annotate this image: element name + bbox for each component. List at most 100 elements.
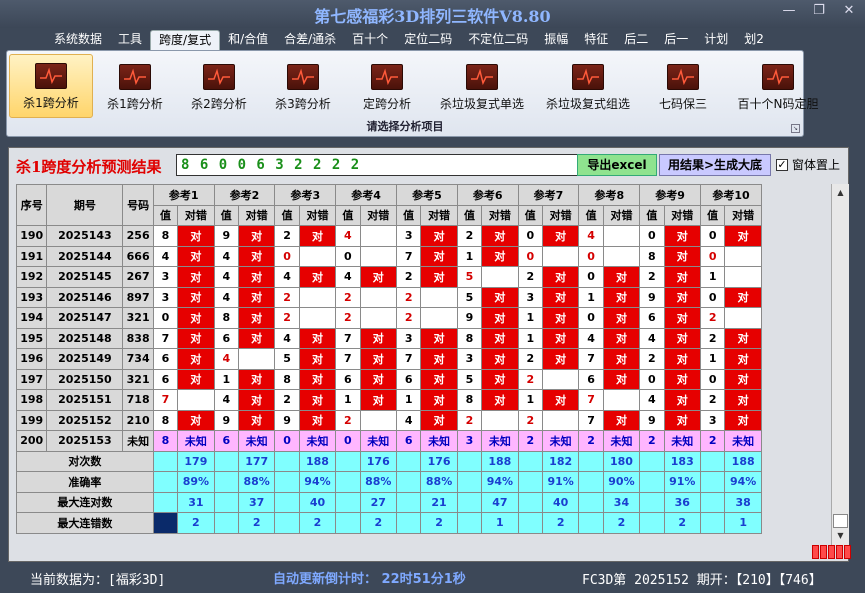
countdown-label: 自动更新倒计时： 22时51分1秒	[273, 572, 466, 587]
result-cell	[420, 307, 458, 329]
result-cell: 对	[298, 266, 337, 288]
menu-item[interactable]: 百十个	[344, 30, 396, 50]
table-row[interactable]: 190 2025143 256 8 对 9 对 2 对 4 3 对 2 对 0 对 4 0 对 0 对	[16, 225, 762, 247]
export-excel-button[interactable]: 导出excel	[577, 154, 657, 176]
result-cell: 对	[298, 327, 337, 349]
result-cell	[359, 225, 398, 247]
scroll-up-icon[interactable]: ▲	[833, 185, 848, 200]
ontop-toggle[interactable]: ✓ 窗体置上	[776, 156, 840, 173]
value-cell: 2	[274, 286, 300, 308]
result-cell: 对	[237, 286, 276, 308]
prediction-row[interactable]: 200 2025153 未知 8 未知 6 未知 0 未知 0 未知 6 未知 3 未知 2 未知 2 未知 2 未知 2…	[16, 430, 762, 452]
menu-item[interactable]: 工具	[110, 30, 150, 50]
scroll-thumb[interactable]	[833, 514, 848, 528]
result-cell	[602, 245, 641, 267]
ontop-checkbox[interactable]: ✓	[776, 158, 788, 171]
table-row[interactable]: 192 2025145 267 3 对 4 对 4 对 4 对 2 对 5 2 对 0 对 2 对 1	[16, 266, 762, 288]
current-data-label: 当前数据为：[福彩3D]	[30, 573, 166, 588]
scroll-down-icon[interactable]: ▼	[833, 528, 848, 543]
period-cell: 2025147	[46, 307, 124, 329]
table-row[interactable]: 191 2025144 666 4 对 4 对 0 0 7 对 1 对 0 0 8 对 0	[16, 245, 762, 267]
stats-value: 188	[298, 450, 337, 472]
ribbon-button[interactable]: 定跨分析	[345, 54, 429, 118]
value-cell: 2	[396, 307, 422, 329]
menu-item[interactable]: 系统数据	[46, 30, 110, 50]
value-cell: 2	[274, 225, 300, 247]
result-subheader: 对错	[481, 204, 519, 226]
menu-item[interactable]: 后一	[656, 30, 696, 50]
ref-header: 参考5	[396, 184, 458, 206]
minimize-button[interactable]: —	[781, 3, 797, 18]
result-cell: 对	[602, 307, 641, 329]
stats-spacer	[335, 512, 361, 534]
table-row[interactable]: 199 2025152 210 8 对 9 对 9 对 2 4 对 2 2 7 对 9 对 3 对	[16, 409, 762, 431]
menu-item[interactable]: 划2	[736, 30, 772, 50]
result-subheader: 对错	[298, 204, 337, 226]
value-cell: 1	[456, 245, 483, 267]
table-row[interactable]: 194 2025147 321 0 对 8 对 2 2 2 9 对 1 对 0 对 6 对 2	[16, 307, 762, 329]
table-row[interactable]: 195 2025148 838 7 对 6 对 4 对 7 对 3 对 8 对 1 对 4 对 4 对 2 对	[16, 327, 762, 349]
dialog-launcher-icon[interactable]: ↘	[791, 124, 800, 133]
ribbon-button-label: 杀3跨分析	[275, 97, 331, 111]
ribbon-button[interactable]: 杀2跨分析	[177, 54, 261, 118]
result-field[interactable]: 8 6 0 0 6 3 2 2 2 2	[176, 154, 584, 176]
chart-icon	[287, 64, 319, 90]
code-cell: 321	[122, 307, 154, 329]
data-grid[interactable]: 序号 期号 号码 参考1 参考2 参考3 参考4 参考5 参考6 参考7 参考8 参考9 参考10…	[16, 184, 830, 545]
stats-value: 37	[237, 491, 276, 513]
generate-button[interactable]: 用结果>生成大底	[659, 154, 771, 176]
value-cell: 3	[699, 409, 726, 431]
result-cell: 对	[602, 266, 641, 288]
code-cell: 666	[122, 245, 154, 267]
table-row[interactable]: 198 2025151 718 7 4 对 2 对 1 对 1 对 8 对 1 对 7 4 对 2 对	[16, 389, 762, 411]
maximize-button[interactable]: ❐	[811, 3, 827, 18]
ribbon-button[interactable]: 杀垃圾复式单选	[429, 54, 535, 118]
result-cell: 对	[177, 245, 215, 267]
value-cell: 2	[396, 266, 422, 288]
ribbon-button[interactable]: 杀垃圾复式组选	[535, 54, 641, 118]
unknown-cell: 未知	[602, 430, 641, 452]
status-indicator	[812, 545, 851, 559]
ribbon-button[interactable]: 七码保三	[641, 54, 725, 118]
value-cell: 0	[699, 245, 726, 267]
value-cell: 2	[517, 409, 543, 431]
result-cell: 对	[298, 225, 337, 247]
result-subheader: 对错	[177, 204, 215, 226]
value-cell: 3	[152, 286, 179, 308]
value-cell: 8	[213, 307, 239, 329]
table-row[interactable]: 197 2025150 321 6 对 1 对 8 对 6 对 6 对 5 对 2 6 对 0 对 0 对	[16, 368, 762, 390]
ribbon-button[interactable]: 百十个N码定胆	[725, 54, 831, 118]
menu-item[interactable]: 后二	[616, 30, 656, 50]
value-cell: 1	[699, 348, 726, 370]
close-button[interactable]: ✕	[841, 3, 857, 18]
stats-spacer	[152, 491, 179, 513]
result-cell: 对	[237, 389, 276, 411]
stats-value: 94%	[298, 471, 337, 493]
ribbon-button[interactable]: 杀1跨分析	[9, 54, 93, 118]
result-cell: 对	[541, 327, 580, 349]
table-row[interactable]: 193 2025146 897 3 对 4 对 2 2 2 5 对 3 对 1 对 9 对 0 对	[16, 286, 762, 308]
menu-item[interactable]: 定位二码	[396, 30, 460, 50]
result-cell: 对	[359, 389, 398, 411]
stats-spacer	[335, 450, 361, 472]
value-cell: 7	[578, 389, 604, 411]
table-row[interactable]: 196 2025149 734 6 对 4 5 对 7 对 7 对 3 对 2 对 7 对 2 对 1 对	[16, 348, 762, 370]
menu-item[interactable]: 合差/通杀	[276, 30, 344, 50]
ribbon-button[interactable]: 杀1跨分析	[93, 54, 177, 118]
menu-item[interactable]: 特征	[576, 30, 616, 50]
menu-item[interactable]: 振幅	[536, 30, 576, 50]
stats-spacer	[213, 491, 239, 513]
value-cell: 4	[335, 266, 361, 288]
result-cell: 对	[237, 266, 276, 288]
result-cell: 对	[541, 307, 580, 329]
value-cell: 1	[517, 307, 543, 329]
code-cell: 267	[122, 266, 154, 288]
result-cell: 对	[359, 266, 398, 288]
menu-item[interactable]: 和/合值	[220, 30, 276, 50]
vertical-scrollbar[interactable]: ▲ ▼	[831, 184, 849, 545]
code-cell: 718	[122, 389, 154, 411]
menu-item[interactable]: 不定位二码	[460, 30, 536, 50]
ribbon-button[interactable]: 杀3跨分析	[261, 54, 345, 118]
menu-item[interactable]: 计划	[696, 30, 736, 50]
menu-item[interactable]: 跨度/复式	[150, 30, 221, 50]
